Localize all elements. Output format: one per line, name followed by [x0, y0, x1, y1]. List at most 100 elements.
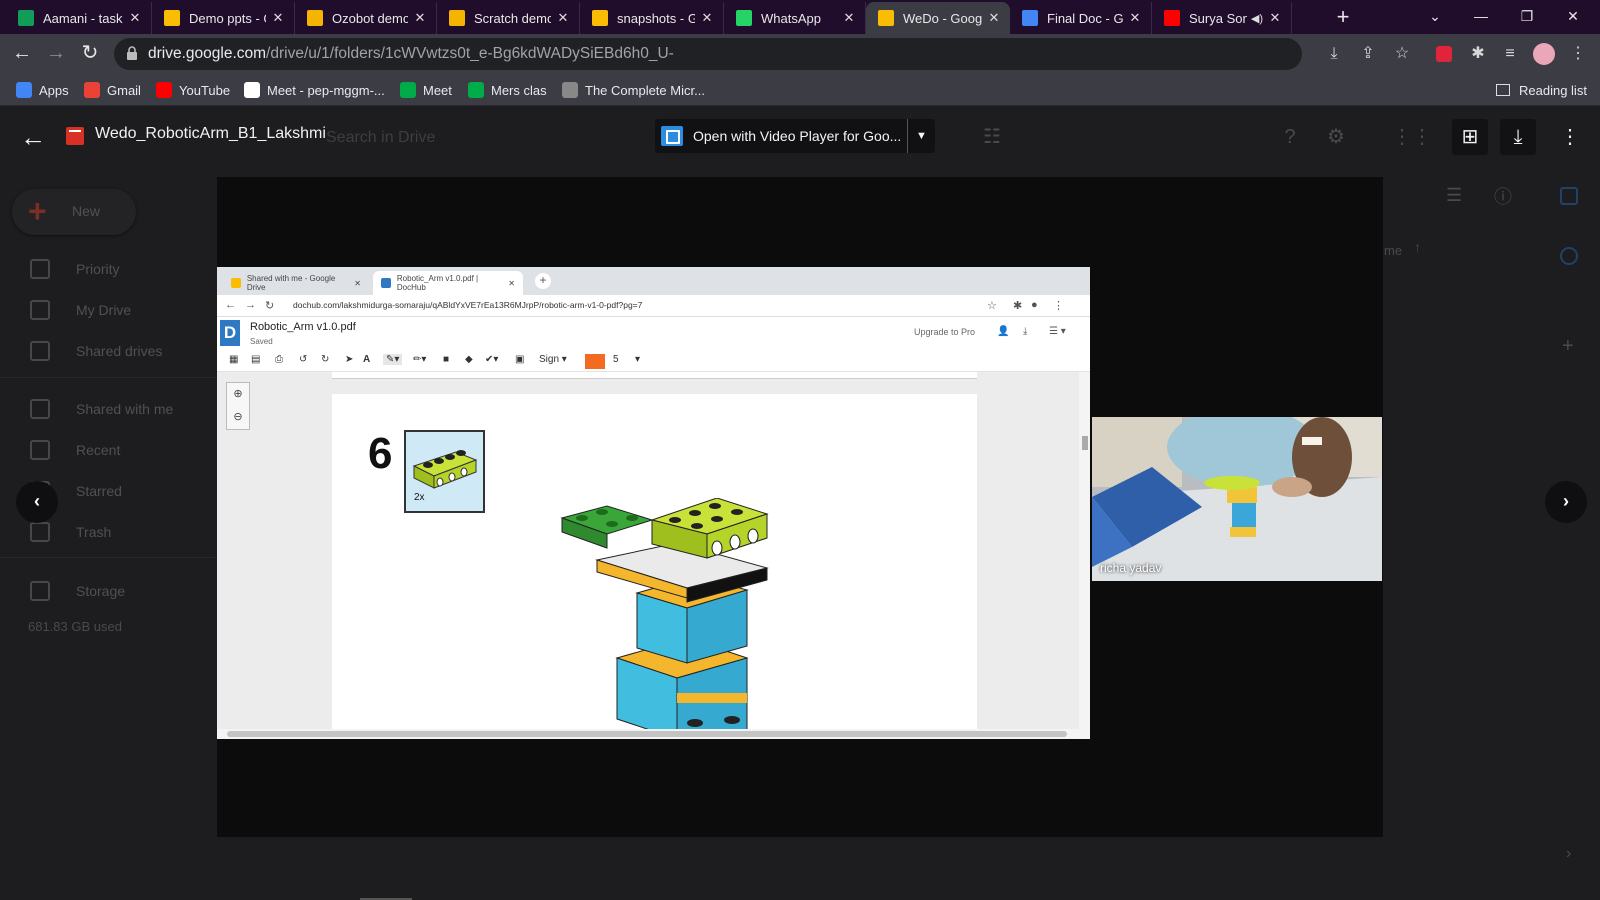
bookmark-item[interactable]: Mers clas [468, 80, 547, 100]
extension-icon: ✱ [1013, 300, 1023, 312]
meet-icon [400, 82, 416, 98]
media-control-icon[interactable]: ≡ [1498, 42, 1522, 66]
new-button[interactable]: + New [12, 189, 136, 235]
close-tab-icon[interactable]: ✕ [1267, 10, 1283, 26]
address-host: drive.google.com [148, 45, 267, 62]
sort-arrow-icon[interactable]: ↑ [1414, 239, 1421, 255]
sidebar-item-recent[interactable]: Recent [30, 438, 120, 462]
close-tab-icon[interactable]: ✕ [699, 10, 715, 26]
close-preview-button[interactable]: ← [20, 123, 50, 153]
bookmark-item[interactable]: Gmail [84, 80, 141, 100]
inner-tab-label: Robotic_Arm v1.0.pdf | DocHub [396, 274, 479, 292]
reading-list-button[interactable]: Reading list [1496, 80, 1587, 100]
tasks-addon-icon[interactable] [1560, 247, 1578, 265]
extensions-puzzle-icon[interactable]: ✱ [1466, 42, 1490, 66]
open-with-button[interactable]: Open with Video Player for Goo... ▼ [655, 119, 935, 153]
add-addon-icon[interactable]: + [1562, 335, 1574, 358]
drive-icon [592, 10, 608, 26]
browser-tab[interactable]: WeDo - Googl ✕ [866, 2, 1010, 34]
reload-button[interactable]: ↻ [76, 40, 104, 68]
address-path: /drive/u/1/folders/1cWVwtzs0t_e-Bg6kdWAD… [266, 45, 674, 62]
address-url[interactable]: drive.google.com/drive/u/1/folders/1cWVw… [148, 45, 674, 63]
horizontal-scrollbar [217, 729, 1090, 739]
sidebar-item-label: Trash [76, 524, 112, 540]
info-icon[interactable]: ⓘ [1494, 183, 1512, 209]
sidebar-item-shared-with-me[interactable]: Shared with me [30, 397, 173, 421]
previous-file-button[interactable]: ‹ [16, 481, 58, 523]
sidebar-item-label: My Drive [76, 302, 132, 318]
bookmark-label: YouTube [179, 82, 231, 98]
bookmark-item[interactable]: Meet [400, 80, 452, 100]
close-tab-icon[interactable]: ✕ [841, 10, 857, 26]
inner-tab-label: Shared with me - Google Drive [246, 274, 336, 292]
expand-panel-icon[interactable]: › [1566, 845, 1571, 863]
document-viewer: ⊕ ⊖ 6 2x [217, 372, 1090, 739]
highlighter-icon: ✏▾ [413, 354, 427, 365]
address-bar[interactable]: drive.google.com/drive/u/1/folders/1cWVw… [114, 38, 1302, 70]
new-tab-button[interactable]: + [1330, 5, 1356, 31]
sidebar-item-my-drive[interactable]: My Drive [30, 298, 131, 322]
lego-assembly-image [560, 498, 769, 739]
forward-button[interactable]: → [42, 40, 70, 68]
browser-tab[interactable]: Final Doc - Go ✕ [1010, 2, 1152, 34]
video-player[interactable]: Shared with me - Google Drive ✕ Robotic_… [217, 177, 1383, 837]
browser-tab[interactable]: WhatsApp ✕ [724, 2, 866, 34]
sidebar-item-priority[interactable]: Priority [30, 257, 120, 281]
sidebar-item-trash[interactable]: Trash [30, 520, 111, 544]
profile-avatar[interactable] [1532, 42, 1556, 66]
shared-screen: Shared with me - Google Drive ✕ Robotic_… [217, 267, 1090, 739]
participant-webcam: richa yadav [1092, 417, 1382, 581]
open-with-dropdown-icon[interactable]: ▼ [907, 119, 935, 153]
browser-menu-icon[interactable]: ⋮ [1566, 42, 1590, 66]
sidebar-item-storage[interactable]: Storage [30, 579, 125, 603]
tab-search-button[interactable]: ⌄ [1412, 0, 1458, 34]
calendar-addon-icon[interactable] [1560, 187, 1578, 205]
bookmark-item[interactable]: YouTube [156, 80, 230, 100]
browser-tab[interactable]: snapshots - Go✕ [580, 2, 724, 34]
close-tab-icon[interactable]: ✕ [412, 10, 428, 26]
bookmark-star-icon[interactable]: ☆ [1390, 42, 1414, 66]
bookmark-item[interactable]: Apps [16, 80, 69, 100]
bookmark-item[interactable]: Meet - pep-mggm-... [244, 80, 385, 100]
add-comment-button[interactable]: ⊞ [1452, 119, 1488, 155]
bookmark-item[interactable]: The Complete Micr... [562, 80, 705, 100]
bookmark-label: Meet - pep-mggm-... [267, 82, 385, 98]
inner-tab-dochub: Robotic_Arm v1.0.pdf | DocHub ✕ [373, 271, 523, 295]
back-button[interactable]: ← [8, 40, 36, 68]
browser-tab[interactable]: Demo ppts - G ✕ [152, 2, 295, 34]
next-file-button[interactable]: › [1545, 481, 1587, 523]
restore-button[interactable]: ❐ [1504, 0, 1550, 34]
close-tab-icon[interactable]: ✕ [986, 10, 1002, 26]
close-tab-icon[interactable]: ✕ [555, 10, 571, 26]
browser-tab[interactable]: Scratch demo ✕ [437, 2, 580, 34]
browser-tab[interactable]: Surya Son ◀) ✕ [1152, 2, 1292, 34]
drive-preview-overlay: + New Priority My Drive Shared drives Share… [0, 107, 1600, 900]
download-button[interactable]: ⤓ [1500, 119, 1536, 155]
sort-label[interactable]: me [1384, 243, 1402, 258]
list-view-icon[interactable]: ☰ [1446, 185, 1462, 206]
pointer-icon: ➤ [345, 354, 354, 365]
reload-icon: ↻ [265, 300, 275, 312]
browser-tab[interactable]: Aamani - task ✕ [6, 2, 152, 34]
minimize-button[interactable]: — [1458, 0, 1504, 34]
part-count: 2x [414, 492, 425, 503]
lock-icon[interactable] [126, 46, 138, 60]
speaker-icon[interactable]: ◀) [1251, 12, 1263, 25]
sidebar-item-label: Recent [76, 442, 121, 458]
back-icon: ← [225, 299, 236, 311]
extension-red-icon[interactable] [1432, 42, 1456, 66]
webcam-image [1092, 417, 1382, 581]
browser-tab[interactable]: Ozobot demo ✕ [295, 2, 437, 34]
close-tab-icon[interactable]: ✕ [1127, 10, 1143, 26]
bookmark-label: Apps [39, 82, 69, 98]
more-actions-button[interactable]: ⋮ [1552, 119, 1588, 155]
sidebar-item-label: Priority [76, 261, 120, 277]
close-window-button[interactable]: ✕ [1550, 0, 1596, 34]
close-tab-icon[interactable]: ✕ [270, 10, 286, 26]
comment-icon: ■ [443, 354, 450, 365]
print-icon: ⎙ [275, 354, 283, 365]
sidebar-item-shared-drives[interactable]: Shared drives [30, 339, 162, 363]
close-tab-icon[interactable]: ✕ [127, 10, 143, 26]
share-icon[interactable]: ⇪ [1356, 42, 1380, 66]
install-icon[interactable]: ⤓ [1322, 42, 1346, 66]
